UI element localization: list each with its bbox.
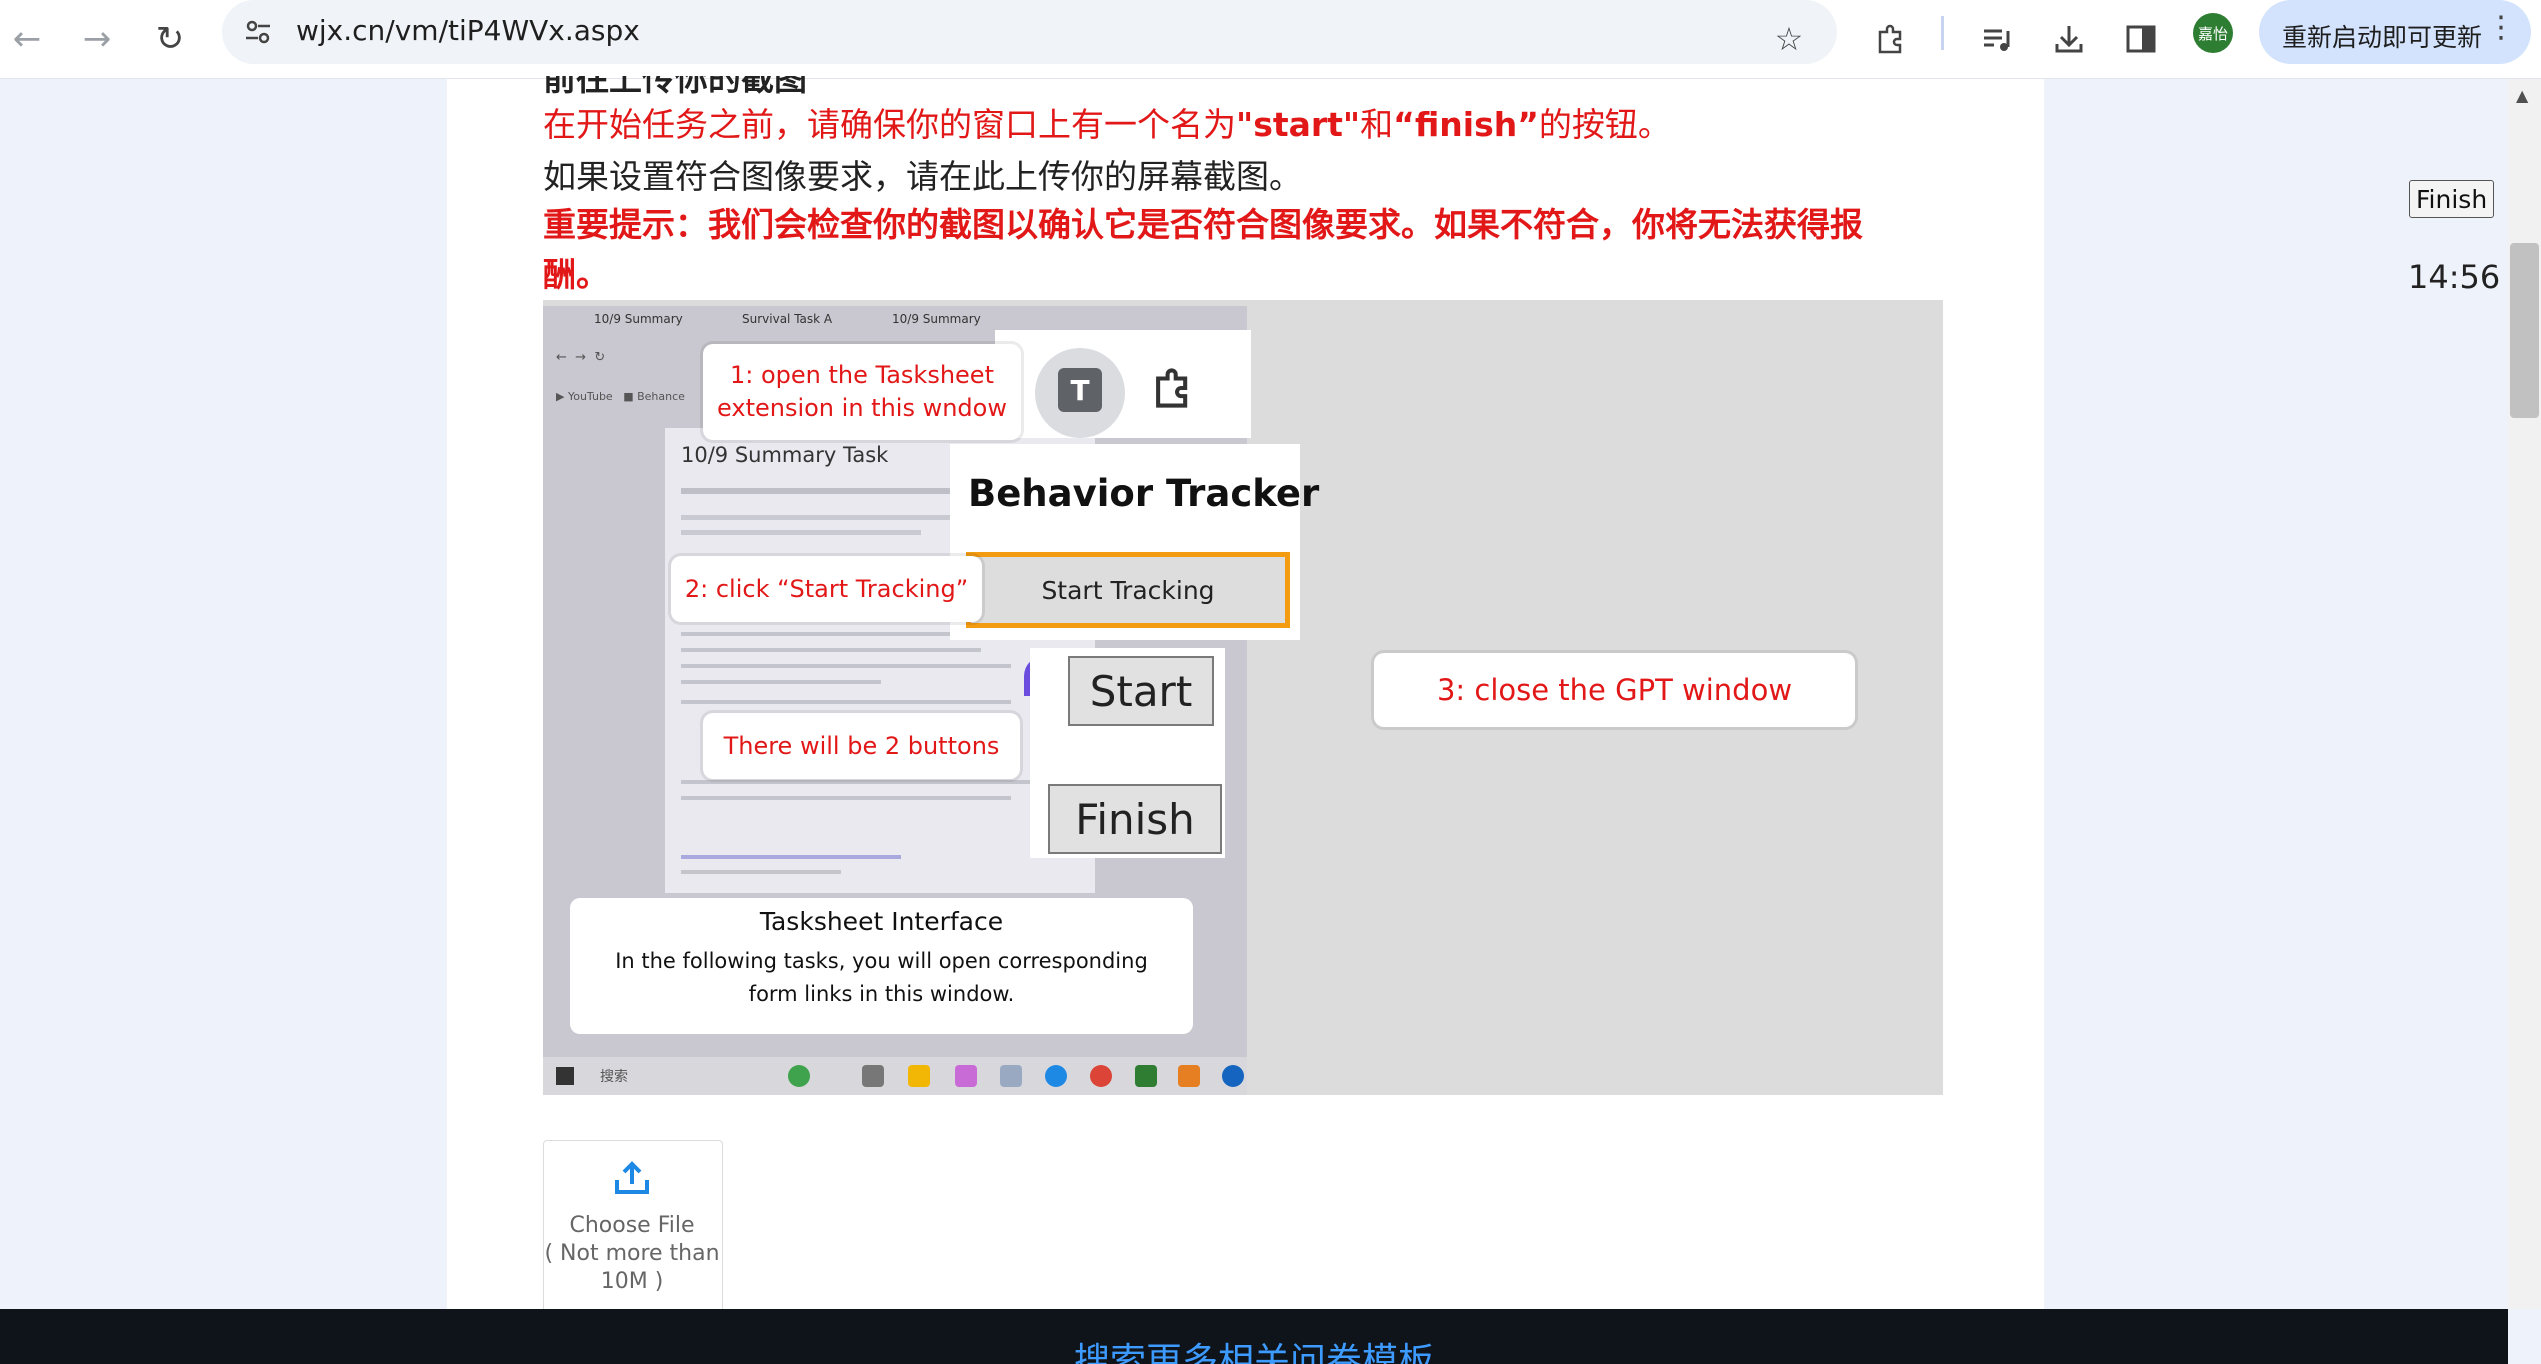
media-controls-icon[interactable] — [1972, 12, 2022, 66]
example-doc-line — [681, 664, 1011, 668]
toolbar-separator — [1941, 16, 1944, 50]
finish-button[interactable]: Finish — [2409, 180, 2495, 218]
instruction-and: 和 — [1360, 105, 1394, 144]
callout-step2: 2: click “Start Tracking” — [671, 556, 982, 622]
example-doc-line — [681, 680, 881, 684]
important-notice: 重要提示：我们会检查你的截图以确认它是否符合图像要求。如果不符合，你将无法获得报… — [543, 205, 1863, 294]
puzzle-icon — [1150, 365, 1196, 421]
app-icon — [788, 1065, 810, 1087]
back-icon[interactable]: ← — [0, 12, 54, 66]
more-menu-icon[interactable]: ⋮ — [2486, 10, 2516, 45]
upload-icon[interactable] — [612, 1158, 652, 1202]
reload-icon[interactable]: ↻ — [143, 12, 197, 66]
download-icon[interactable] — [2044, 12, 2094, 66]
example-doc-link — [681, 855, 901, 859]
edge-icon — [1045, 1065, 1067, 1087]
example-tab: 10/9 Summary — [892, 312, 981, 326]
side-panel-icon[interactable] — [2116, 12, 2166, 66]
example-start-button: Start — [1068, 656, 1214, 726]
app-icon — [1178, 1065, 1200, 1087]
app-icon — [1000, 1065, 1022, 1087]
update-button-label[interactable]: 重新启动即可更新 — [2282, 18, 2482, 54]
url-text[interactable]: wjx.cn/vm/tiP4WVx.aspx — [296, 14, 640, 47]
finish-keyword: “finish” — [1393, 105, 1539, 144]
example-bookmark-behance: Behance — [637, 390, 685, 403]
choose-file-text[interactable]: Choose File — [543, 1212, 721, 1240]
example-bookmark-youtube: YouTube — [567, 390, 613, 403]
example-doc-line — [681, 515, 951, 520]
example-doc-line — [681, 648, 981, 652]
forward-icon[interactable]: → — [70, 12, 124, 66]
chrome-icon — [1090, 1065, 1112, 1087]
file-size-limit: ( Not more than 10M ) — [544, 1241, 720, 1294]
example-doc-line — [681, 700, 1011, 704]
example-doc-title: 10/9 Summary Task — [681, 443, 889, 467]
app-icon — [1135, 1065, 1157, 1087]
app-icon — [862, 1065, 884, 1087]
instruction-upload: 如果设置符合图像要求，请在此上传你的屏幕截图。 — [543, 157, 1302, 196]
extensions-icon[interactable] — [1866, 12, 1916, 66]
instruction-red: 在开始任务之前，请确保你的窗口上有一个名为"start"和“finish”的按钮… — [543, 98, 1671, 146]
upload-label[interactable]: Choose File( Not more than 10M ) — [543, 1212, 721, 1296]
footer-template-link[interactable]: 搜索更多相关问卷模板 — [0, 1332, 2508, 1364]
site-settings-icon[interactable] — [238, 12, 278, 52]
callout-step3: 3: close the GPT window — [1374, 653, 1855, 727]
callout-step1: 1: open the Tasksheet extension in this … — [703, 344, 1021, 440]
example-doc-line — [681, 870, 841, 874]
example-tab: 10/9 Summary — [594, 312, 683, 326]
start-tracking-button-example: Start Tracking — [966, 552, 1290, 628]
example-finish-button: Finish — [1048, 784, 1222, 854]
example-doc-line — [681, 780, 1031, 784]
app-icon — [955, 1065, 977, 1087]
app-icon — [908, 1065, 930, 1087]
example-taskbar-search: 搜索 — [600, 1069, 628, 1085]
countdown-timer: 14:56 — [2408, 258, 2501, 296]
example-doc-line — [681, 796, 1011, 800]
callout-two-buttons: There will be 2 buttons — [703, 713, 1020, 779]
tasksheet-extension-icon: T — [1058, 368, 1102, 412]
example-doc-line — [681, 530, 921, 535]
scroll-up-arrow-icon[interactable]: ▲ — [2516, 86, 2528, 105]
instruction-suffix: 的按钮。 — [1538, 105, 1671, 144]
tasksheet-title: Tasksheet Interface — [759, 907, 1004, 936]
profile-avatar[interactable]: 嘉怡 — [2193, 13, 2233, 53]
scrollbar-thumb[interactable] — [2510, 243, 2539, 418]
instruction-prefix: 在开始任务之前，请确保你的窗口上有一个名为 — [543, 105, 1236, 144]
app-icon — [1222, 1065, 1244, 1087]
example-bookmark: ▶ YouTube ■ Behance — [556, 390, 685, 403]
behavior-tracker-title: Behavior Tracker — [968, 472, 1320, 515]
windows-start-icon — [556, 1067, 574, 1085]
example-doc-line — [681, 488, 981, 494]
tasksheet-description: In the following tasks, you will open co… — [615, 949, 1148, 1006]
start-keyword: "start" — [1236, 105, 1361, 144]
bookmark-star-icon[interactable]: ☆ — [1764, 12, 1814, 66]
example-tab: Survival Task A — [742, 312, 833, 326]
